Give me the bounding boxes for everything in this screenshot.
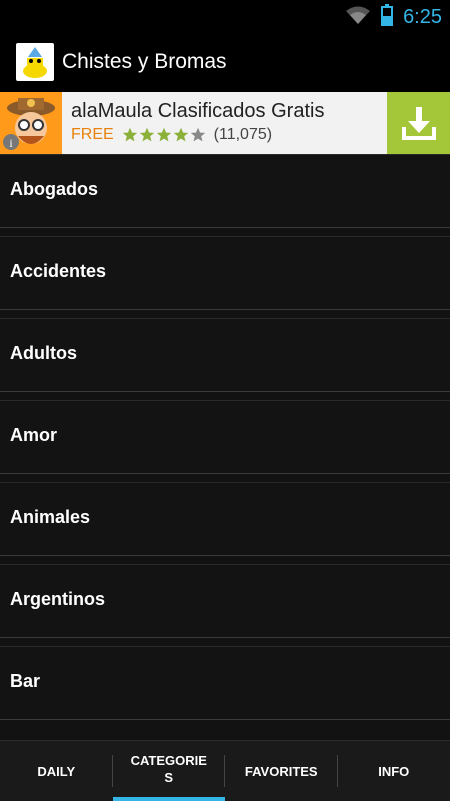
star-icon <box>139 127 155 143</box>
tab-favorites[interactable]: FAVORITES <box>225 741 338 801</box>
list-item-label: Animales <box>10 507 90 528</box>
ad-subline: FREE (11,075) <box>71 126 272 144</box>
tab-label: INFO <box>378 763 409 780</box>
list-item-label: Accidentes <box>10 261 106 282</box>
ad-install-button[interactable] <box>387 92 450 154</box>
list-item-label: Abogados <box>10 179 98 200</box>
ad-app-icon: i <box>0 92 62 154</box>
list-item-label: Amor <box>10 425 57 446</box>
ad-price: FREE <box>71 126 114 144</box>
list-item[interactable]: Abogados <box>0 154 450 228</box>
category-list[interactable]: Abogados Accidentes Adultos Amor Animale… <box>0 154 450 740</box>
star-empty-icon <box>190 127 206 143</box>
list-item[interactable]: Animales <box>0 482 450 556</box>
action-bar: Chistes y Bromas <box>0 32 450 92</box>
tab-label: CATEGORIES <box>131 752 208 786</box>
tab-label: FAVORITES <box>245 763 318 780</box>
star-icon <box>173 127 189 143</box>
list-item[interactable]: Accidentes <box>0 236 450 310</box>
download-icon <box>399 103 439 143</box>
bottom-tab-bar: DAILY CATEGORIES FAVORITES INFO <box>0 740 450 801</box>
app-title: Chistes y Bromas <box>62 50 227 74</box>
app-icon[interactable] <box>16 43 54 81</box>
list-item-label: Argentinos <box>10 589 105 610</box>
list-item-label: Bar <box>10 671 40 692</box>
status-time: 6:25 <box>403 6 442 29</box>
list-item[interactable]: Bar <box>0 646 450 720</box>
tab-info[interactable]: INFO <box>338 741 450 801</box>
ad-rating-count: (11,075) <box>214 126 272 144</box>
ad-banner[interactable]: i alaMaula Clasificados Gratis FREE (11,… <box>0 92 450 154</box>
wifi-icon <box>345 5 371 30</box>
list-item[interactable]: Adultos <box>0 318 450 392</box>
status-bar: 6:25 <box>0 0 450 32</box>
tab-daily[interactable]: DAILY <box>0 741 113 801</box>
ad-rating-stars <box>122 127 206 143</box>
tab-categories[interactable]: CATEGORIES <box>113 741 226 801</box>
list-item-label: Adultos <box>10 343 77 364</box>
star-icon <box>156 127 172 143</box>
list-item[interactable]: Argentinos <box>0 564 450 638</box>
star-icon <box>122 127 138 143</box>
list-item[interactable]: Amor <box>0 400 450 474</box>
status-icons: 6:25 <box>345 4 442 31</box>
battery-icon <box>381 4 393 31</box>
tab-label: DAILY <box>37 763 75 780</box>
ad-title: alaMaula Clasificados Gratis <box>71 100 324 123</box>
